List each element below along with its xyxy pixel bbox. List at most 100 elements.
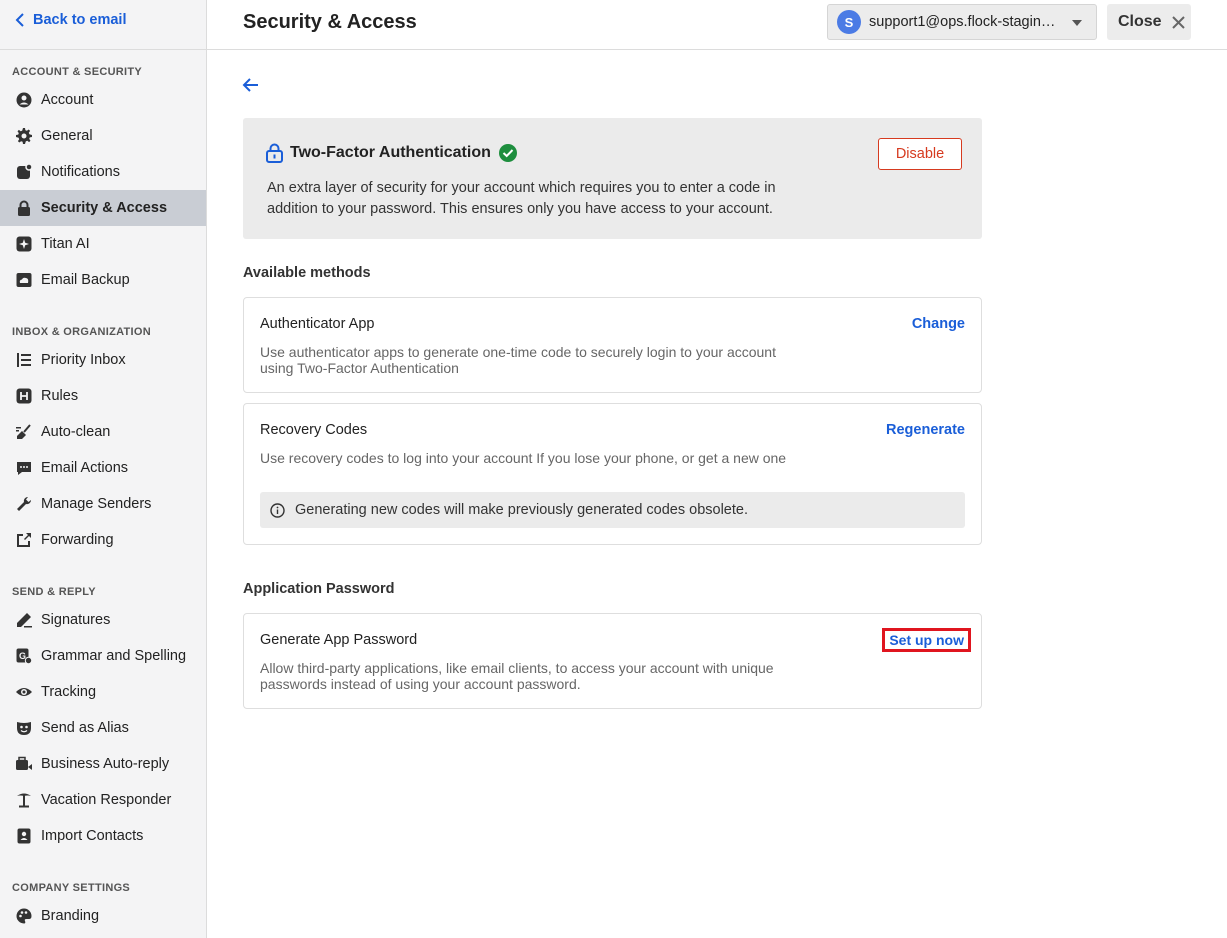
authenticator-app-title: Authenticator App	[260, 316, 375, 332]
account-email: support1@ops.flock-staging.com	[869, 14, 1059, 30]
sidebar-item-vacation-responder[interactable]: Vacation Responder	[0, 782, 206, 818]
sidebar-item-general[interactable]: General	[0, 118, 206, 154]
page-title: Security & Access	[243, 11, 417, 33]
wrench-icon	[15, 496, 32, 513]
pen-icon	[15, 612, 32, 629]
lock-icon	[15, 200, 32, 217]
sidebar-item-manage-senders[interactable]: Manage Senders	[0, 486, 206, 522]
sidebar-item-label: Import Contacts	[41, 828, 144, 844]
sidebar-item-account[interactable]: Account	[0, 82, 206, 118]
application-password-heading: Application Password	[243, 581, 395, 597]
account-selector[interactable]: S support1@ops.flock-staging.com	[827, 4, 1097, 40]
arrow-left-icon[interactable]	[242, 76, 260, 94]
sidebar-item-label: Grammar and Spelling	[41, 648, 187, 664]
palette-icon	[15, 908, 32, 925]
header: Security & Access S support1@ops.flock-s…	[207, 0, 1227, 50]
sidebar-item-rules[interactable]: Rules	[0, 378, 206, 414]
cloud-backup-icon	[15, 272, 32, 289]
sidebar-item-label: Email Backup	[41, 272, 130, 288]
chevron-left-icon	[15, 13, 24, 27]
sidebar-item-tracking[interactable]: Tracking	[0, 674, 206, 710]
close-label: Close	[1118, 13, 1162, 30]
section-heading-send-reply: SEND & REPLY	[12, 586, 96, 598]
sidebar-item-label: Manage Senders	[41, 496, 152, 512]
sidebar-item-label: Account	[41, 92, 94, 108]
sidebar-item-email-actions[interactable]: Email Actions	[0, 450, 206, 486]
sidebar-item-grammar[interactable]: G Grammar and Spelling	[0, 638, 206, 674]
forward-icon	[15, 532, 32, 549]
two-factor-heading: Two-Factor Authentication	[266, 143, 518, 163]
sidebar-item-forwarding[interactable]: Forwarding	[0, 522, 206, 558]
recovery-codes-note: Generating new codes will make previousl…	[260, 492, 965, 528]
sidebar-item-label: Priority Inbox	[41, 352, 126, 368]
sidebar-item-label: Tracking	[41, 684, 97, 700]
mask-icon	[15, 720, 32, 737]
chat-bubble-icon	[15, 460, 32, 477]
sidebar-item-security[interactable]: Security & Access	[0, 190, 206, 226]
back-to-email-label: Back to email	[33, 12, 127, 28]
sidebar-item-import-contacts[interactable]: Import Contacts	[0, 818, 206, 854]
broom-icon	[15, 424, 32, 441]
available-methods-heading: Available methods	[243, 265, 371, 281]
info-icon	[270, 502, 285, 518]
close-icon	[1171, 15, 1185, 29]
sidebar-item-auto-clean[interactable]: Auto-clean	[0, 414, 206, 450]
sidebar-item-notifications[interactable]: Notifications	[0, 154, 206, 190]
sidebar-item-business-auto-reply[interactable]: Business Auto-reply	[0, 746, 206, 782]
sidebar-item-label: Titan AI	[41, 236, 90, 252]
section-heading-company-settings: COMPANY SETTINGS	[12, 882, 131, 894]
sidebar-item-priority-inbox[interactable]: Priority Inbox	[0, 342, 206, 378]
notification-icon	[15, 164, 32, 181]
sidebar-item-label: Security & Access	[41, 200, 168, 216]
eye-icon	[15, 684, 32, 701]
user-circle-icon	[15, 92, 32, 109]
authenticator-app-description: Use authenticator apps to generate one-t…	[260, 344, 776, 376]
avatar: S	[837, 10, 861, 34]
regenerate-button[interactable]: Regenerate	[886, 422, 965, 438]
grammar-check-icon: G	[15, 648, 32, 665]
sidebar-item-label: Branding	[41, 908, 100, 924]
sidebar-item-label: Rules	[41, 388, 79, 404]
sidebar-item-label: General	[41, 128, 93, 144]
sidebar-item-label: Forwarding	[41, 532, 114, 548]
app-password-card: Generate App Password Allow third-party …	[243, 613, 982, 709]
priority-list-icon	[15, 352, 32, 369]
sidebar: Back to email ACCOUNT & SECURITY Account…	[0, 0, 207, 938]
set-up-now-button[interactable]: Set up now	[882, 628, 971, 652]
two-factor-description: An extra layer of security for your acco…	[267, 180, 776, 217]
section-heading-account-security: ACCOUNT & SECURITY	[12, 66, 143, 78]
back-to-email-link[interactable]: Back to email	[15, 12, 127, 28]
sidebar-item-signatures[interactable]: Signatures	[0, 602, 206, 638]
sidebar-item-label: Business Auto-reply	[41, 756, 170, 772]
change-button[interactable]: Change	[912, 316, 965, 332]
recovery-note-text: Generating new codes will make previousl…	[295, 502, 748, 518]
sidebar-item-label: Notifications	[41, 164, 120, 180]
sparkle-icon	[15, 236, 32, 253]
app-password-title: Generate App Password	[260, 632, 418, 648]
gear-icon	[15, 128, 32, 145]
sidebar-item-label: Signatures	[41, 612, 111, 628]
padlock-icon	[266, 143, 283, 163]
caret-down-icon	[1072, 20, 1082, 26]
rules-icon	[15, 388, 32, 405]
recovery-codes-title: Recovery Codes	[260, 422, 368, 438]
sidebar-item-send-as-alias[interactable]: Send as Alias	[0, 710, 206, 746]
app-password-description: Allow third-party applications, like ema…	[260, 660, 774, 692]
sidebar-item-label: Email Actions	[41, 460, 129, 476]
section-heading-inbox-organization: INBOX & ORGANIZATION	[12, 326, 152, 338]
sidebar-item-titan-ai[interactable]: Titan AI	[0, 226, 206, 262]
palm-tree-icon	[15, 792, 32, 809]
sidebar-divider	[0, 49, 206, 50]
recovery-codes-description: Use recovery codes to log into your acco…	[260, 450, 787, 466]
close-button[interactable]: Close	[1107, 4, 1191, 40]
two-factor-card: Two-Factor Authentication An extra layer…	[243, 118, 982, 239]
recovery-codes-card: Recovery Codes Use recovery codes to log…	[243, 403, 982, 545]
disable-button[interactable]: Disable	[878, 138, 962, 170]
sidebar-item-email-backup[interactable]: Email Backup	[0, 262, 206, 298]
authenticator-app-card: Authenticator App Use authenticator apps…	[243, 297, 982, 393]
check-circle-icon	[498, 144, 517, 162]
two-factor-title: Two-Factor Authentication	[290, 144, 491, 161]
sidebar-item-branding[interactable]: Branding	[0, 898, 206, 934]
contact-book-icon	[15, 828, 32, 845]
sidebar-item-label: Vacation Responder	[41, 792, 172, 808]
